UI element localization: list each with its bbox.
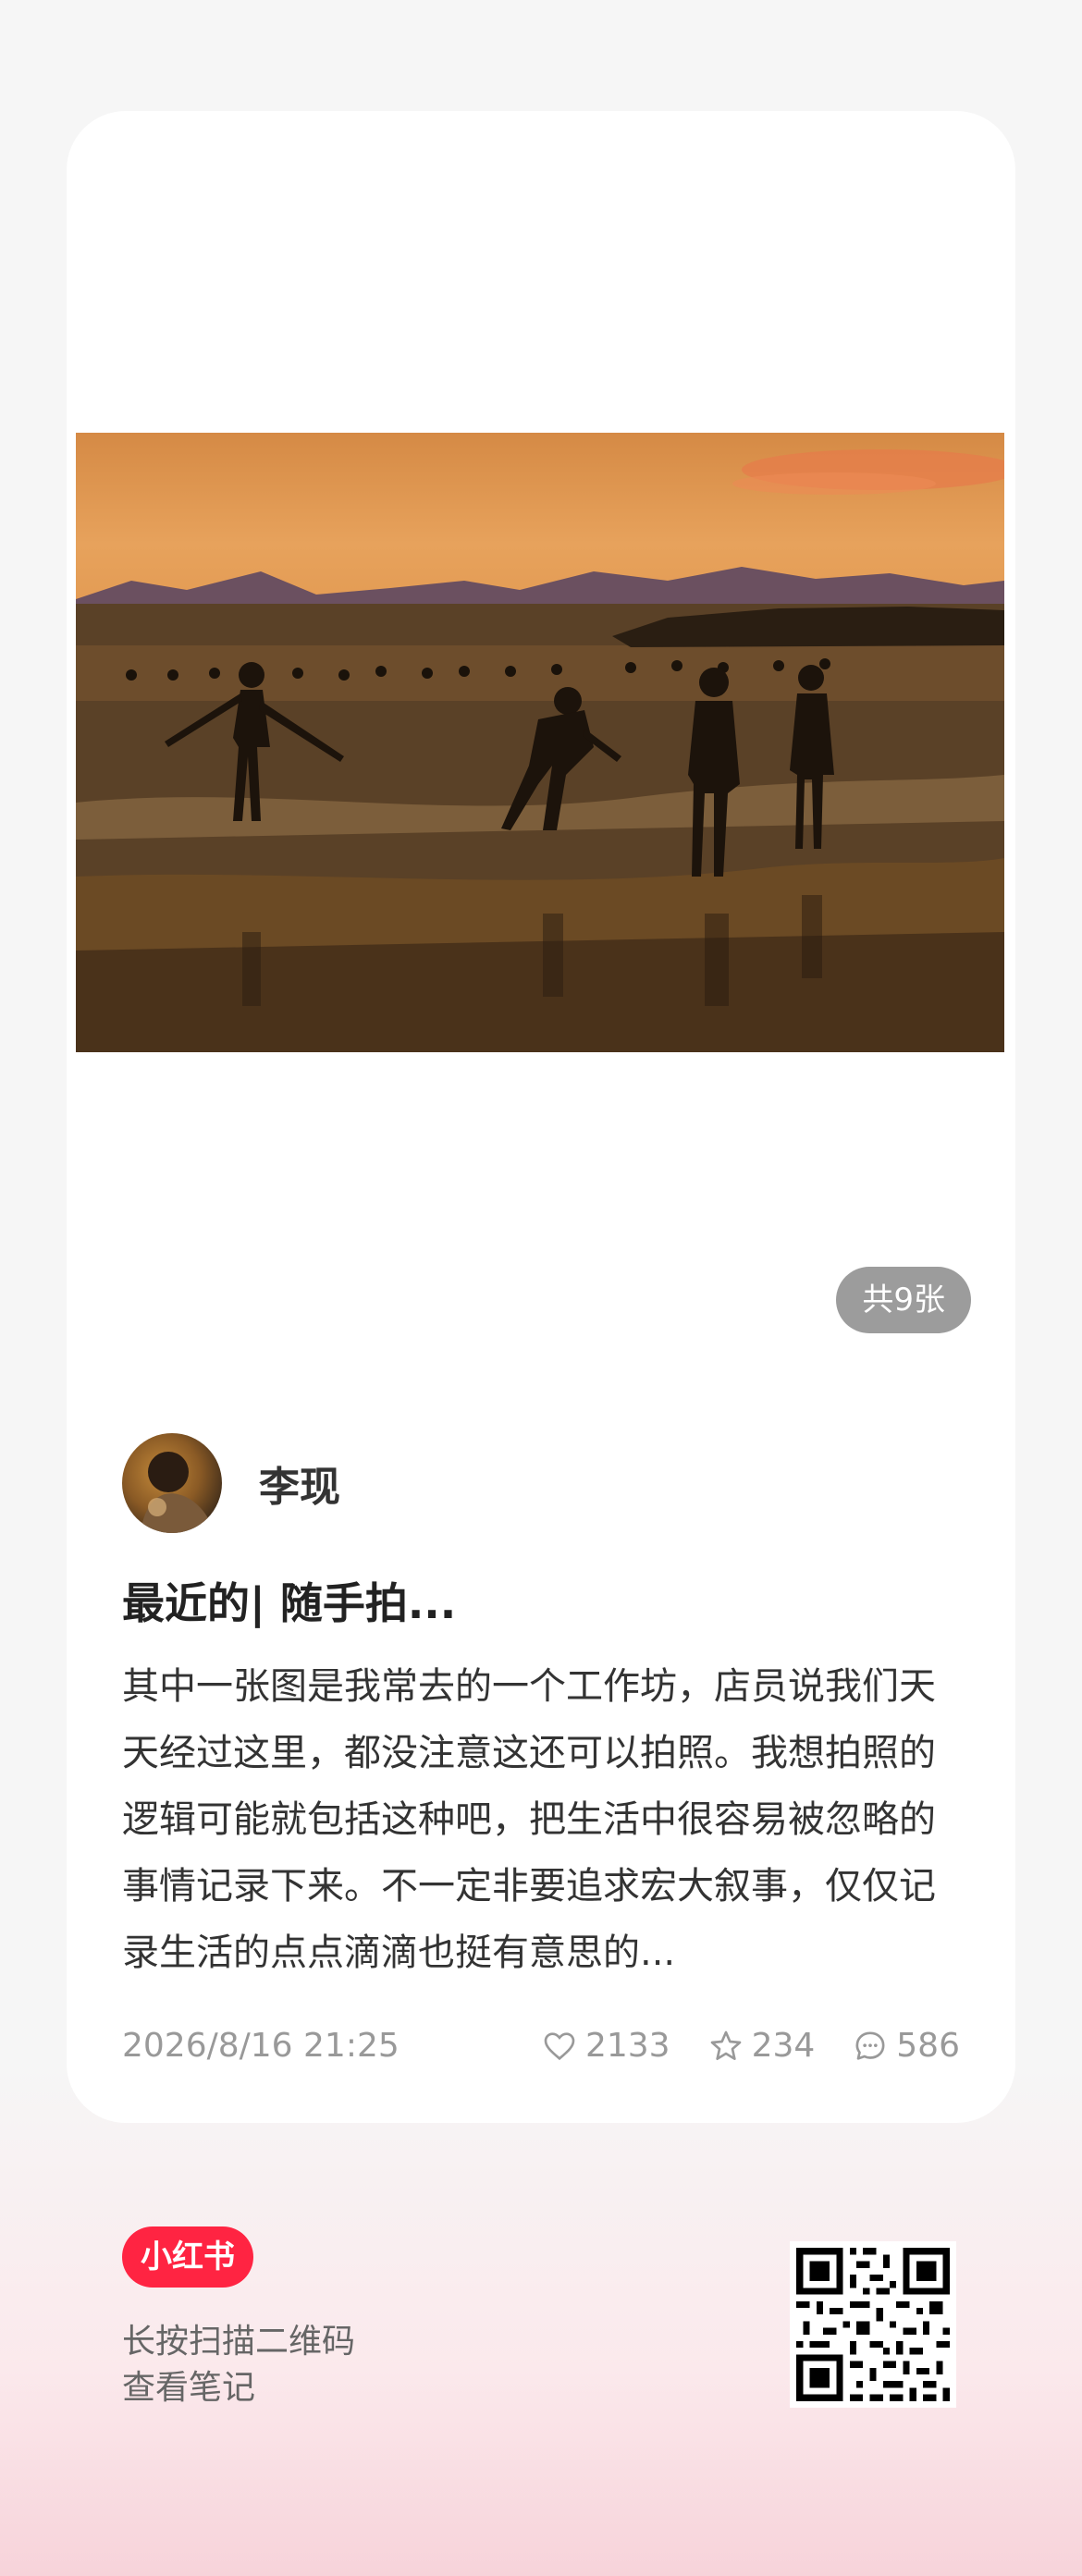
qr-code[interactable] bbox=[790, 2241, 956, 2408]
brand-logo: 小红书 bbox=[122, 2226, 253, 2288]
post-photo[interactable] bbox=[76, 433, 1004, 1052]
author-name[interactable]: 李现 bbox=[259, 1454, 340, 1513]
post-stats: 2133 234 586 bbox=[541, 2027, 960, 2065]
post-description: 其中一张图是我常去的一个工作坊，店员说我们天天经过这里，都没注意这还可以拍照。我… bbox=[122, 1665, 936, 1974]
favorite-stat[interactable]: 234 bbox=[707, 2027, 816, 2065]
post-meta: 2026/8/16 21:25 2133 234 586 bbox=[122, 2027, 960, 2065]
post-date: 2026/8/16 21:25 bbox=[122, 2027, 400, 2065]
scan-hint-line1: 长按扫描二维码 bbox=[122, 2323, 356, 2361]
comment-icon bbox=[855, 2031, 885, 2060]
sunset-beach-image bbox=[76, 449, 1004, 1052]
heart-icon bbox=[544, 2031, 575, 2060]
author-info[interactable]: 李现 bbox=[122, 1433, 340, 1533]
favorite-count: 234 bbox=[751, 2027, 816, 2065]
star-icon bbox=[710, 2030, 741, 2060]
qr-code-image bbox=[790, 2241, 956, 2408]
like-count: 2133 bbox=[584, 2027, 670, 2065]
comment-count: 586 bbox=[896, 2027, 960, 2065]
comment-stat[interactable]: 586 bbox=[852, 2027, 960, 2065]
scan-hint: 长按扫描二维码 查看笔记 bbox=[122, 2319, 355, 2411]
avatar[interactable] bbox=[122, 1433, 222, 1533]
scan-hint-line2: 查看笔记 bbox=[122, 2369, 256, 2407]
note-card[interactable]: 共9张 李现 最近的| 随手拍... 其中一张图是我常去的一个工作坊，店员说我们… bbox=[67, 111, 1015, 2123]
image-count-badge: 共9张 bbox=[836, 1267, 971, 1333]
like-stat[interactable]: 2133 bbox=[541, 2027, 670, 2065]
post-title: 最近的| 随手拍... bbox=[122, 1578, 457, 1628]
